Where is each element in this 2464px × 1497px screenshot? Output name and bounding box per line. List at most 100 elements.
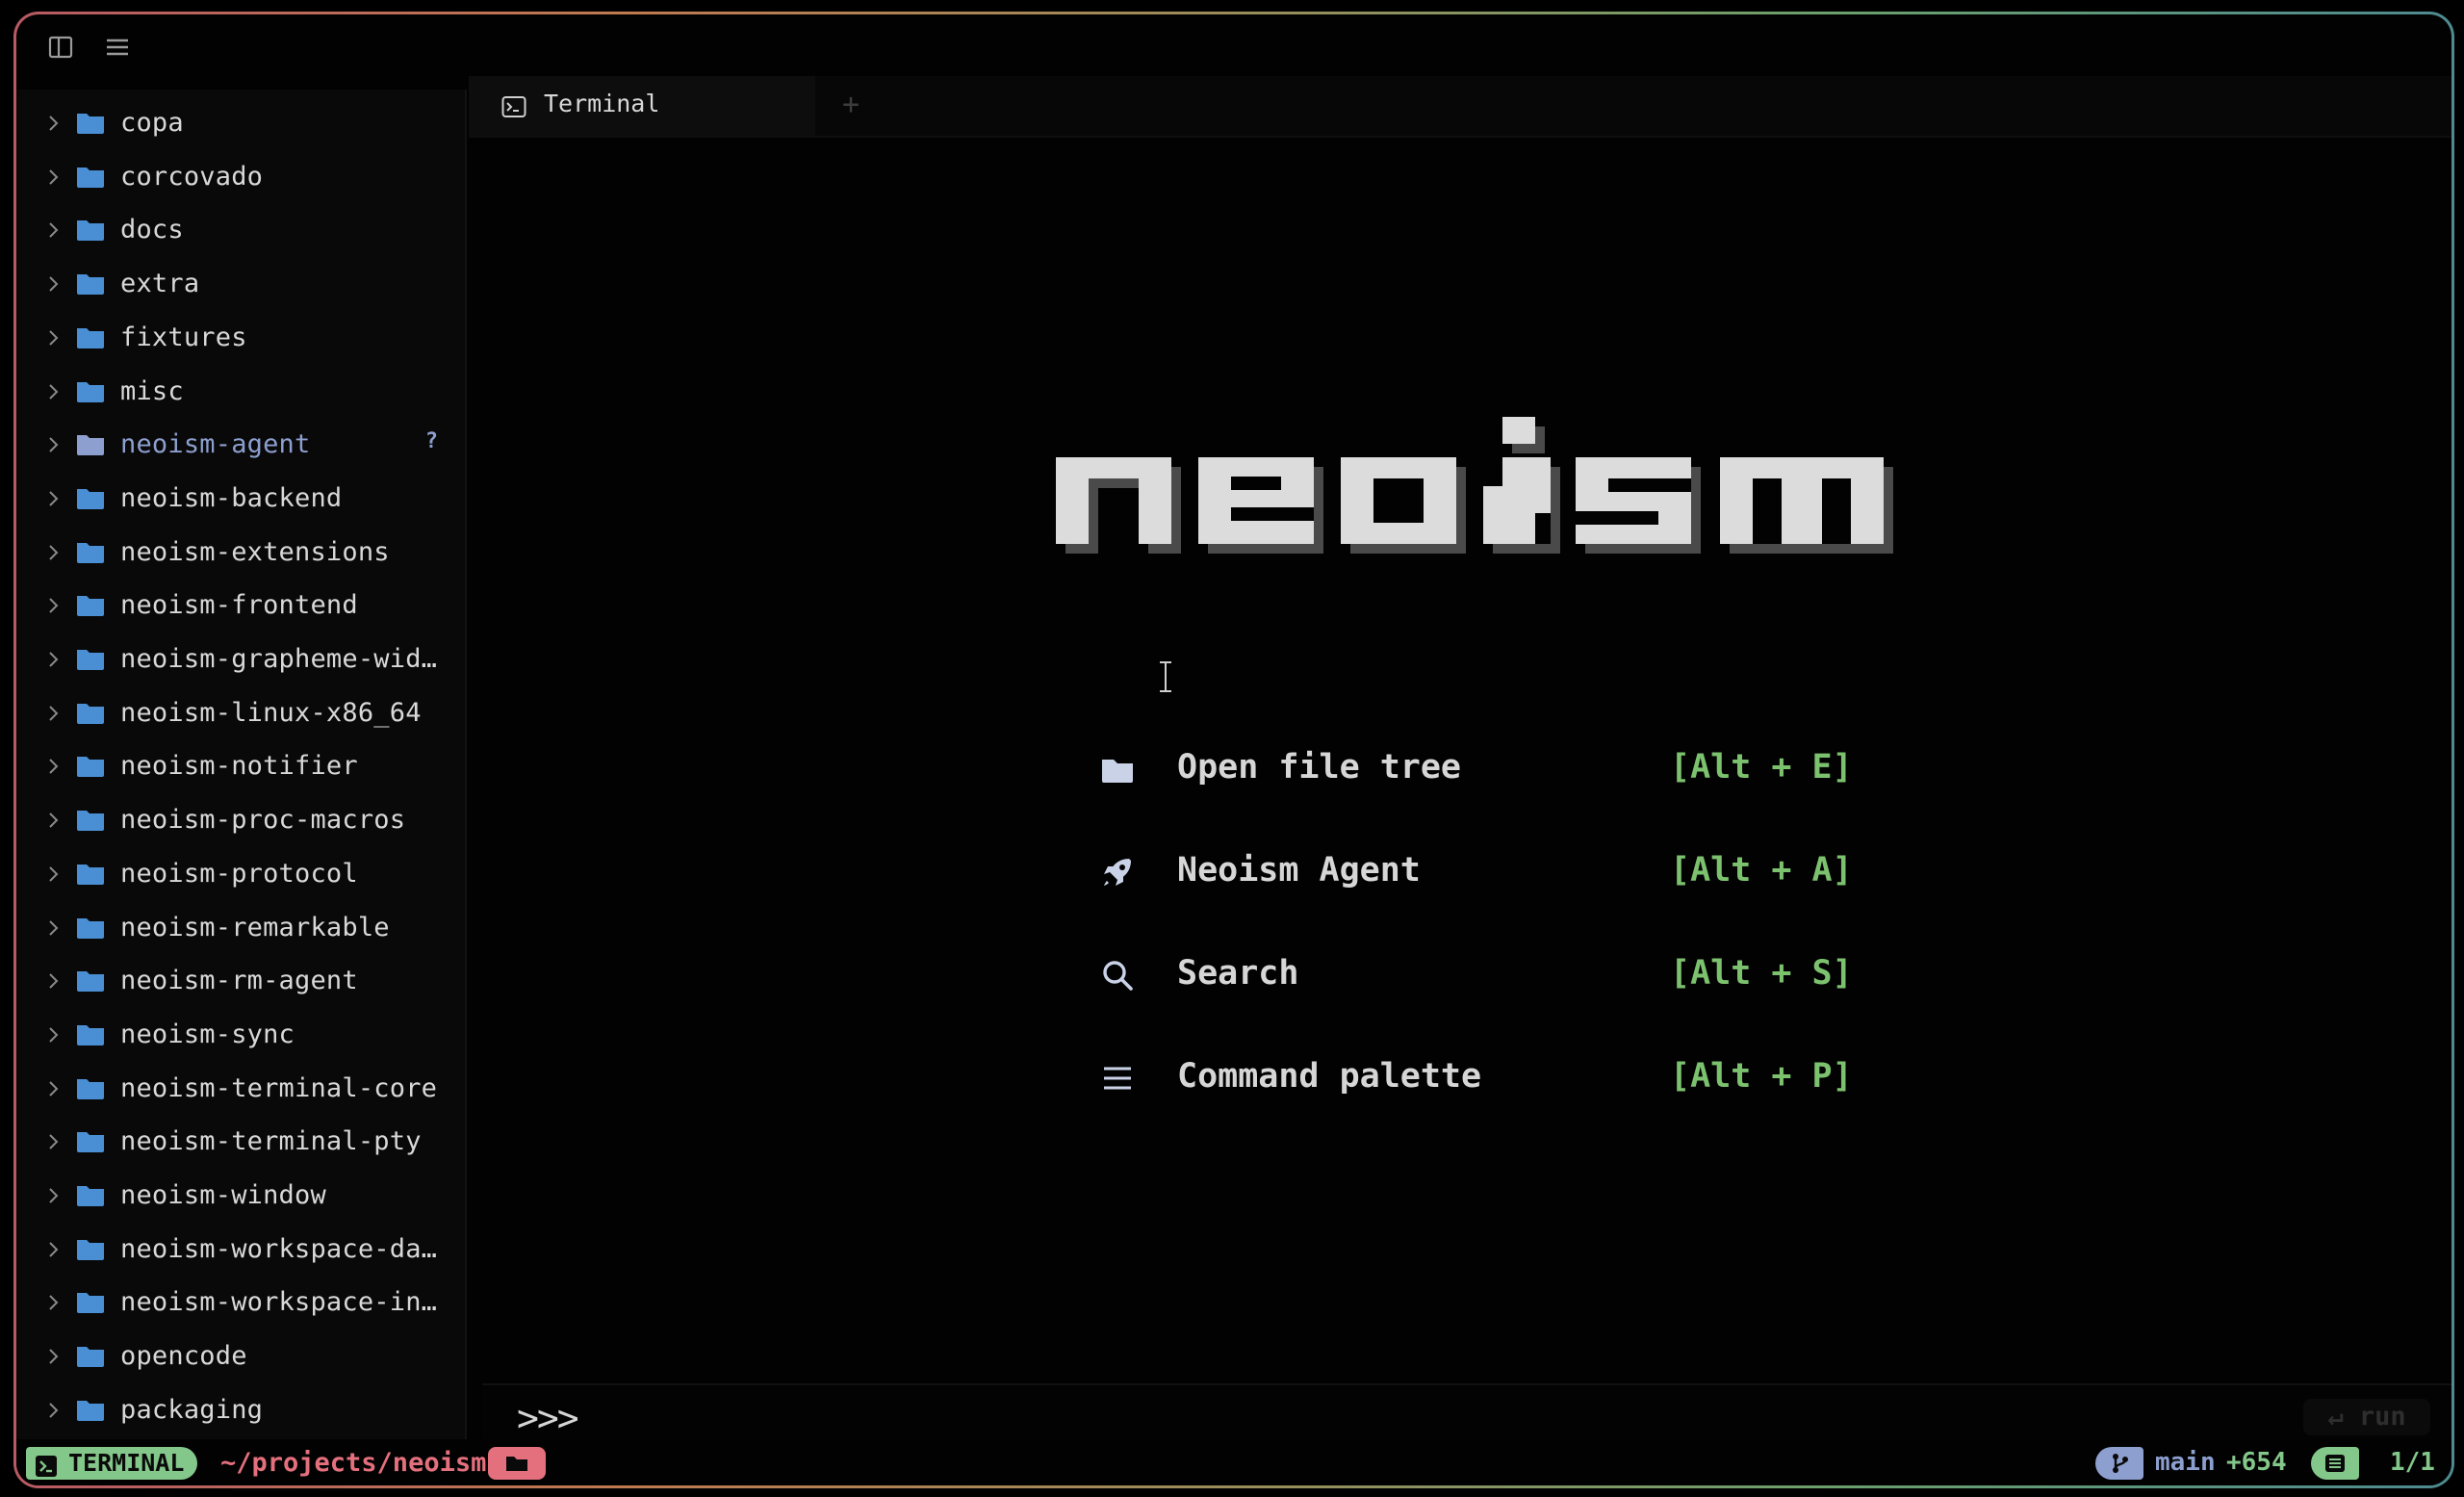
tree-item[interactable]: neoism-remarkable [16, 901, 465, 955]
tree-item[interactable]: packaging [16, 1383, 465, 1437]
command-palette-action[interactable]: Command palette [Alt + P] [1096, 1044, 1866, 1111]
chevron-right-icon[interactable] [45, 969, 63, 993]
folder-icon [76, 539, 105, 564]
tree-item-label: misc [120, 375, 184, 406]
tree-item-label: neoism-terminal-pty [120, 1126, 422, 1157]
run-button[interactable]: ↵ run [2303, 1399, 2430, 1435]
tree-item-label: neoism-grapheme-wid… [120, 644, 438, 674]
tree-item[interactable]: neoism-proc-macros [16, 793, 465, 847]
chevron-right-icon[interactable] [45, 326, 63, 349]
tree-item[interactable]: neoism-extensions [16, 526, 465, 580]
neoism-agent-action[interactable]: Neoism Agent [Alt + A] [1096, 838, 1866, 905]
tree-item-label: neoism-linux-x86_64 [120, 697, 422, 728]
tree-item[interactable]: neoism-linux-x86_64 [16, 686, 465, 740]
tab-terminal[interactable]: Terminal [469, 76, 815, 136]
folder-icon [76, 110, 105, 135]
tree-item[interactable]: corcovado [16, 150, 465, 204]
tree-item[interactable]: copa [16, 96, 465, 150]
chevron-right-icon[interactable] [45, 166, 63, 189]
tree-item-label: neoism-terminal-core [120, 1072, 438, 1103]
chevron-right-icon[interactable] [45, 1399, 63, 1422]
chevron-right-icon[interactable] [45, 1077, 63, 1100]
tree-item[interactable]: docs [16, 203, 465, 257]
chevron-right-icon[interactable] [45, 863, 63, 886]
chevron-right-icon[interactable] [45, 1184, 63, 1207]
tree-item[interactable]: neoism-agent? [16, 418, 465, 472]
folder-icon [76, 700, 105, 725]
tree-item-label: neoism-sync [120, 1019, 295, 1049]
chevron-right-icon[interactable] [45, 702, 63, 725]
mode-label: TERMINAL [68, 1449, 185, 1477]
search-action[interactable]: Search [Alt + S] [1096, 941, 1866, 1008]
tree-item[interactable]: neoism-workspace-da… [16, 1223, 465, 1277]
terminal-icon [501, 95, 526, 118]
chevron-right-icon[interactable] [45, 487, 63, 510]
tree-item[interactable]: neoism-terminal-pty [16, 1115, 465, 1169]
tab-label: Terminal [544, 90, 660, 117]
chevron-right-icon[interactable] [45, 1130, 63, 1153]
folder-icon [76, 753, 105, 778]
tree-item-label: neoism-rm-agent [120, 966, 358, 996]
chevron-right-icon[interactable] [45, 916, 63, 940]
tree-item-label: neoism-workspace-da… [120, 1233, 438, 1264]
tree-item[interactable]: misc [16, 365, 465, 419]
folder-icon [76, 324, 105, 349]
chevron-right-icon[interactable] [45, 809, 63, 832]
chevron-right-icon[interactable] [45, 594, 63, 617]
tree-item-label: extra [120, 269, 200, 299]
chevron-right-icon[interactable] [45, 1238, 63, 1261]
tree-item-label: packaging [120, 1394, 264, 1425]
tree-item[interactable]: neoism-workspace-in… [16, 1276, 465, 1329]
current-path: ~/projects/neoism [220, 1448, 487, 1478]
tree-item[interactable]: neoism-notifier [16, 739, 465, 793]
file-tree-sidebar: copa corcovado docs extra fixtures misc neoism… [16, 90, 467, 1439]
tree-item[interactable]: neoism-grapheme-wid… [16, 632, 465, 686]
app-window: copa corcovado docs extra fixtures misc neoism… [13, 12, 2454, 1488]
tree-item-label: neoism-proc-macros [120, 805, 406, 836]
folder-icon [76, 807, 105, 832]
tree-item[interactable]: fixtures [16, 311, 465, 365]
tree-item[interactable]: neoism-terminal-core [16, 1062, 465, 1116]
top-bar [16, 14, 2451, 78]
open-file-tree-action[interactable]: Open file tree [Alt + E] [1096, 735, 1866, 802]
tree-item-label: neoism-window [120, 1180, 326, 1210]
folder-icon [76, 1075, 105, 1100]
folder-icon [76, 968, 105, 993]
add-tab-button[interactable]: + [842, 88, 860, 121]
folder-icon [76, 1182, 105, 1207]
folder-icon [76, 217, 105, 242]
tree-item-label: corcovado [120, 161, 264, 192]
chevron-right-icon[interactable] [45, 1291, 63, 1314]
chevron-right-icon[interactable] [45, 1023, 63, 1046]
tree-item[interactable]: extra [16, 257, 465, 311]
tree-item[interactable]: neoism-frontend [16, 579, 465, 632]
tree-item-label: opencode [120, 1341, 247, 1372]
tree-item-label: neoism-protocol [120, 858, 358, 889]
tree-item[interactable]: neoism-rm-agent [16, 954, 465, 1008]
hamburger-menu-icon[interactable] [103, 34, 132, 61]
tree-item[interactable]: neoism-backend [16, 472, 465, 526]
chevron-right-icon[interactable] [45, 648, 63, 671]
chevron-right-icon[interactable] [45, 1345, 63, 1368]
chevron-right-icon[interactable] [45, 755, 63, 778]
rocket-icon [1100, 855, 1135, 890]
tree-item[interactable]: neoism-protocol [16, 847, 465, 901]
folder-icon [76, 1343, 105, 1368]
chevron-right-icon[interactable] [45, 433, 63, 456]
tree-item[interactable]: neoism-sync [16, 1008, 465, 1062]
folder-icon [76, 164, 105, 189]
open-folder-button[interactable] [488, 1447, 546, 1480]
tree-item[interactable]: neoism-window [16, 1169, 465, 1223]
git-branch-name: main [2155, 1448, 2216, 1477]
chevron-right-icon[interactable] [45, 541, 63, 564]
chevron-right-icon[interactable] [45, 112, 63, 135]
tree-item[interactable]: opencode [16, 1329, 465, 1383]
prompt-symbol: >>> [517, 1397, 579, 1439]
chevron-right-icon[interactable] [45, 219, 63, 242]
folder-icon [76, 861, 105, 886]
sidebar-toggle-icon[interactable] [47, 34, 76, 61]
chevron-right-icon[interactable] [45, 272, 63, 296]
tree-item-label: neoism-extensions [120, 536, 390, 567]
folder-icon [76, 1021, 105, 1046]
chevron-right-icon[interactable] [45, 380, 63, 403]
